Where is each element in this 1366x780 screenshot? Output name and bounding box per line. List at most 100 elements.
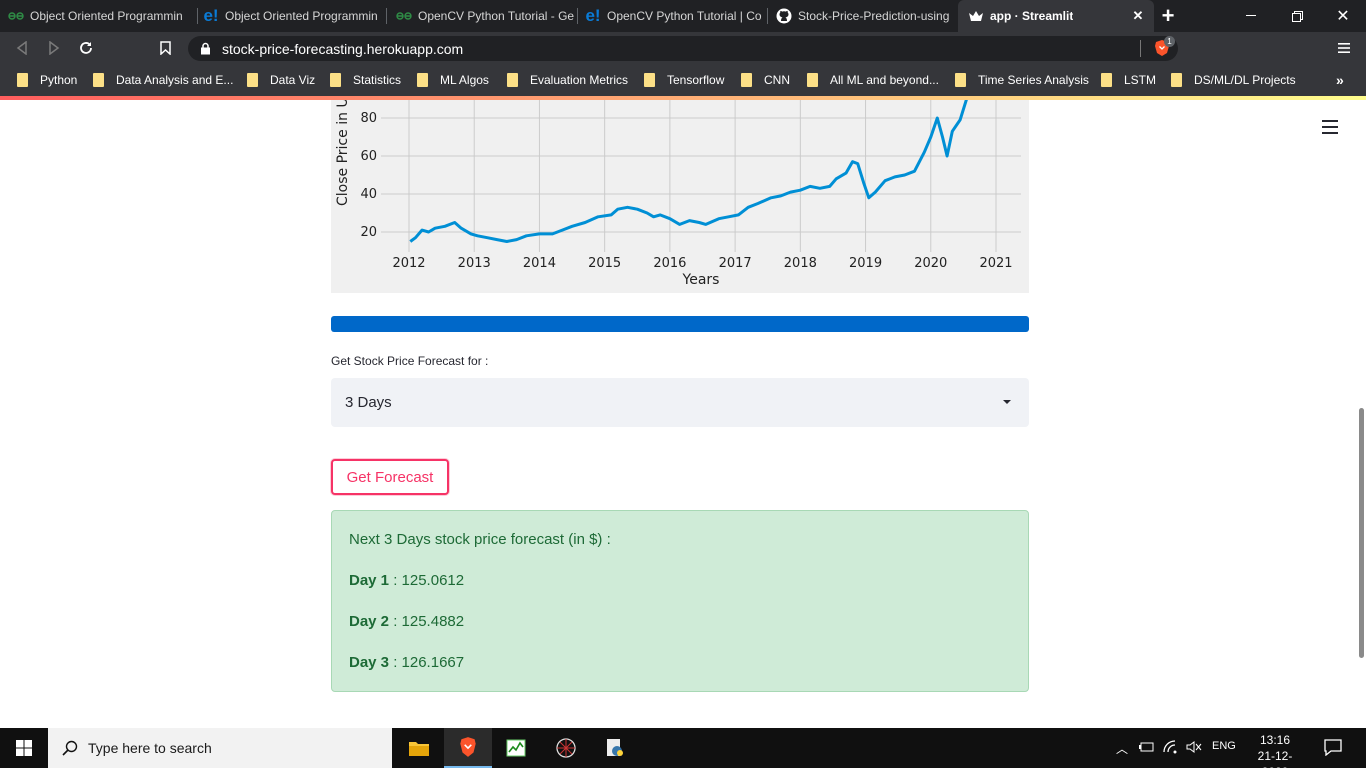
new-tab-icon[interactable]: + <box>1152 0 1184 32</box>
bookmark-folder[interactable]: Data Analysis and E... <box>93 72 233 88</box>
notifications-icon[interactable] <box>1324 739 1342 756</box>
lock-icon <box>200 42 211 55</box>
bookmark-folder[interactable]: DS/ML/DL Projects <box>1171 72 1296 88</box>
close-tab-icon[interactable]: ✕ <box>1130 8 1146 24</box>
forecast-row: Day 3 : 126.1667 <box>349 654 464 671</box>
toolbar-divider <box>1140 40 1141 57</box>
bookmark-folder[interactable]: CNN <box>741 72 790 88</box>
day-label: Day 3 <box>349 654 390 671</box>
url-text: stock-price-forecasting.herokuapp.com <box>222 41 464 57</box>
bookmark-folder[interactable]: Time Series Analysis <box>955 72 1089 88</box>
day-value: : 125.0612 <box>389 572 465 589</box>
forward-icon[interactable] <box>42 36 66 60</box>
folder-icon <box>247 73 258 87</box>
search-icon <box>62 740 78 756</box>
folder-icon <box>507 73 518 87</box>
forecast-period-select[interactable]: 3 Days <box>331 378 1029 427</box>
day-value: : 125.4882 <box>389 613 465 630</box>
forecast-row: Day 1 : 125.0612 <box>349 572 464 589</box>
x-tick-label: 2019 <box>849 256 882 271</box>
close-window-icon[interactable]: ✕ <box>1320 0 1366 32</box>
bookmark-icon[interactable] <box>153 36 177 60</box>
battery-icon[interactable] <box>1139 741 1155 753</box>
tab-separator <box>386 8 387 24</box>
tab-separator <box>577 8 578 24</box>
price-chart-svg: 2012 2013 2014 2015 2016 2017 2018 2019 2020 2021… <box>335 100 1021 288</box>
windows-taskbar: Type here to search ︿ ENG 13:16 21-12-202… <box>0 728 1366 779</box>
reload-icon[interactable] <box>74 36 98 60</box>
taskbar-search-box[interactable]: Type here to search <box>48 728 392 768</box>
tray-overflow-icon[interactable]: ︿ <box>1116 740 1128 757</box>
folder-icon <box>1171 73 1182 87</box>
x-tick-label: 2013 <box>458 256 491 271</box>
tab-github-repo[interactable]: Stock-Price-Prediction-using <box>776 0 954 32</box>
wifi-icon[interactable] <box>1163 740 1179 754</box>
progress-bar <box>331 316 1029 332</box>
volume-muted-icon[interactable] <box>1186 740 1202 754</box>
tab-label: Object Oriented Programmin <box>30 9 183 23</box>
get-forecast-button[interactable]: Get Forecast <box>331 459 449 495</box>
tab-label: OpenCV Python Tutorial | Co <box>607 9 762 23</box>
tab-separator <box>767 8 768 24</box>
tab-label: Stock-Price-Prediction-using <box>798 9 950 23</box>
x-axis-label: Years <box>682 272 720 288</box>
folder-icon <box>644 73 655 87</box>
menu-icon[interactable] <box>1332 36 1356 60</box>
bookmark-folder[interactable]: Data Viz <box>247 72 315 88</box>
x-tick-label: 2020 <box>914 256 947 271</box>
bookmark-folder[interactable]: Tensorflow <box>644 72 724 88</box>
brave-browser-icon[interactable] <box>444 728 492 768</box>
minimize-icon[interactable] <box>1228 0 1274 32</box>
edureka-icon: e! <box>203 6 219 25</box>
tab-streamlit-app[interactable]: app · Streamlit ✕ <box>958 0 1154 32</box>
network-app-icon[interactable] <box>542 728 590 768</box>
page-scrollbar[interactable] <box>1359 408 1364 658</box>
python-idle-icon[interactable] <box>591 728 639 768</box>
forecast-row: Day 2 : 125.4882 <box>349 613 464 630</box>
select-value: 3 Days <box>345 394 392 411</box>
tab-oop-edureka[interactable]: e! Object Oriented Programmin <box>203 0 383 32</box>
github-icon <box>776 8 792 24</box>
bookmark-folder[interactable]: Statistics <box>330 72 401 88</box>
folder-icon <box>93 73 104 87</box>
bookmarks-bar: Python Data Analysis and E... Data Viz S… <box>0 64 1366 96</box>
bookmark-folder[interactable]: All ML and beyond... <box>807 72 939 88</box>
y-axis-label: Close Price in U <box>335 100 351 206</box>
input-language-indicator[interactable]: ENG <box>1212 740 1236 752</box>
app-menu-icon[interactable] <box>1322 120 1338 134</box>
x-tick-label: 2012 <box>392 256 425 271</box>
y-tick-label: 20 <box>360 225 377 240</box>
x-tick-label: 2021 <box>979 256 1012 271</box>
file-explorer-icon[interactable] <box>395 728 443 768</box>
brave-shields-icon[interactable]: 1 <box>1150 36 1175 60</box>
forecast-select-label: Get Stock Price Forecast for : <box>331 354 489 368</box>
system-clock[interactable]: 13:16 21-12-2020 <box>1245 732 1305 780</box>
bookmark-folder[interactable]: Python <box>17 72 77 88</box>
bookmark-folder[interactable]: LSTM <box>1101 72 1156 88</box>
day-label: Day 2 <box>349 613 390 630</box>
x-tick-label: 2018 <box>784 256 817 271</box>
folder-icon <box>1101 73 1112 87</box>
address-bar[interactable]: stock-price-forecasting.herokuapp.com <box>188 36 1178 61</box>
price-chart: 2012 2013 2014 2015 2016 2017 2018 2019 2020 2021… <box>331 100 1029 293</box>
tab-opencv-gfg[interactable]: OpenCV Python Tutorial - Ge <box>396 0 574 32</box>
chevron-down-icon <box>1003 400 1011 404</box>
windows-start-icon[interactable] <box>0 728 48 768</box>
folder-icon <box>417 73 428 87</box>
restore-icon[interactable] <box>1274 0 1320 32</box>
tab-label: Object Oriented Programmin <box>225 9 378 23</box>
browser-toolbar: stock-price-forecasting.herokuapp.com 1 <box>0 32 1366 64</box>
task-manager-icon[interactable] <box>492 728 540 768</box>
more-bookmarks-icon[interactable]: » <box>1336 72 1344 88</box>
back-icon[interactable] <box>10 36 34 60</box>
folder-icon <box>330 73 341 87</box>
geeksforgeeks-icon <box>396 8 412 24</box>
tab-oop-gfg[interactable]: Object Oriented Programmin <box>8 0 196 32</box>
bookmark-folder[interactable]: ML Algos <box>417 72 489 88</box>
price-series-line <box>409 100 968 243</box>
shields-badge: 1 <box>1164 36 1175 47</box>
tab-strip: Object Oriented Programmin e! Object Ori… <box>0 0 1366 32</box>
bookmark-folder[interactable]: Evaluation Metrics <box>507 72 628 88</box>
folder-icon <box>807 73 818 87</box>
tab-opencv-edureka[interactable]: e! OpenCV Python Tutorial | Co <box>585 0 763 32</box>
